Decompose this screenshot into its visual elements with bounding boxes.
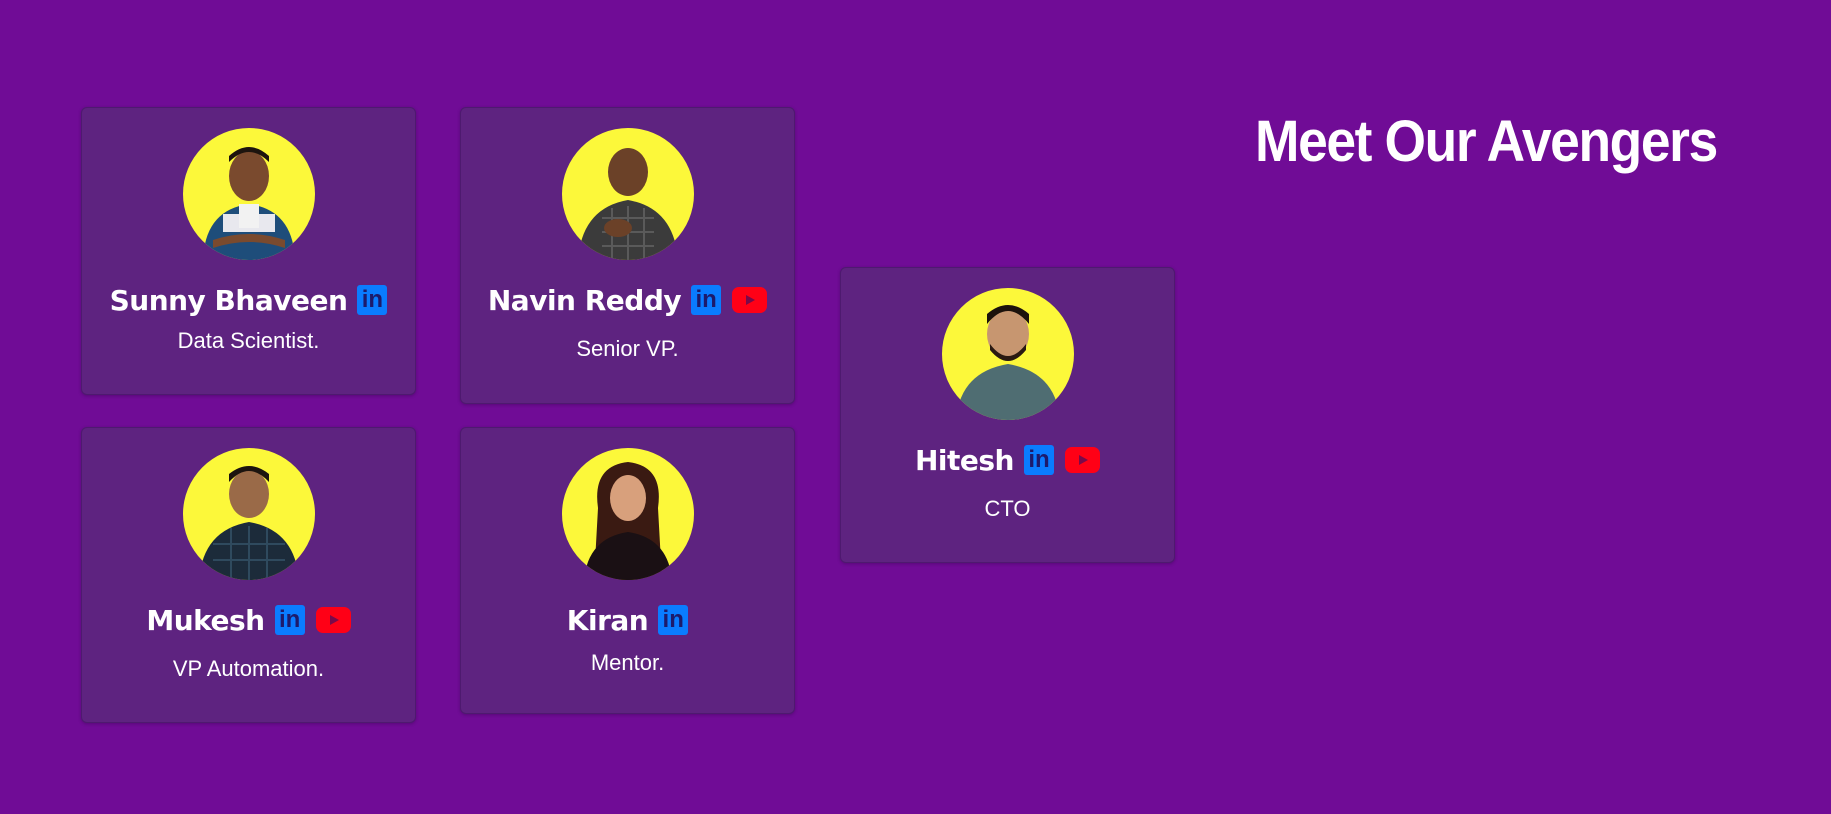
team-card-hitesh: Hitesh in CTO bbox=[840, 267, 1175, 563]
linkedin-icon[interactable]: in bbox=[274, 605, 305, 635]
youtube-icon[interactable] bbox=[1065, 447, 1100, 473]
member-name: Navin Reddy bbox=[487, 283, 682, 317]
avatar bbox=[182, 128, 315, 260]
avatar bbox=[561, 448, 694, 580]
member-role: Mentor. bbox=[590, 650, 665, 675]
linkedin-icon[interactable]: in bbox=[1024, 445, 1054, 475]
member-role: VP Automation. bbox=[172, 656, 325, 681]
avatar bbox=[561, 128, 694, 260]
linkedin-icon[interactable]: in bbox=[658, 605, 689, 635]
team-card-kiran: Kiran in Mentor. bbox=[460, 427, 795, 714]
member-role: CTO bbox=[984, 496, 1031, 521]
member-name: Mukesh bbox=[146, 603, 265, 637]
member-name: Sunny Bhaveen bbox=[109, 283, 348, 317]
youtube-icon[interactable] bbox=[315, 607, 351, 633]
avatar bbox=[182, 448, 315, 580]
member-role: Data Scientist. bbox=[177, 328, 320, 353]
linkedin-icon[interactable]: in bbox=[691, 285, 722, 315]
member-name: Hitesh bbox=[914, 443, 1015, 477]
team-card-sunny: Sunny Bhaveen in Data Scientist. bbox=[81, 107, 416, 395]
youtube-icon[interactable] bbox=[732, 287, 768, 313]
page-title: Meet Our Avengers bbox=[1255, 109, 1718, 174]
linkedin-icon[interactable]: in bbox=[357, 285, 388, 315]
team-card-navin: Navin Reddy in Senior VP. bbox=[460, 107, 795, 404]
member-name: Kiran bbox=[566, 603, 649, 637]
member-role: Senior VP. bbox=[576, 336, 679, 361]
team-card-mukesh: Mukesh in VP Automation. bbox=[81, 427, 416, 723]
avatar bbox=[941, 288, 1074, 420]
